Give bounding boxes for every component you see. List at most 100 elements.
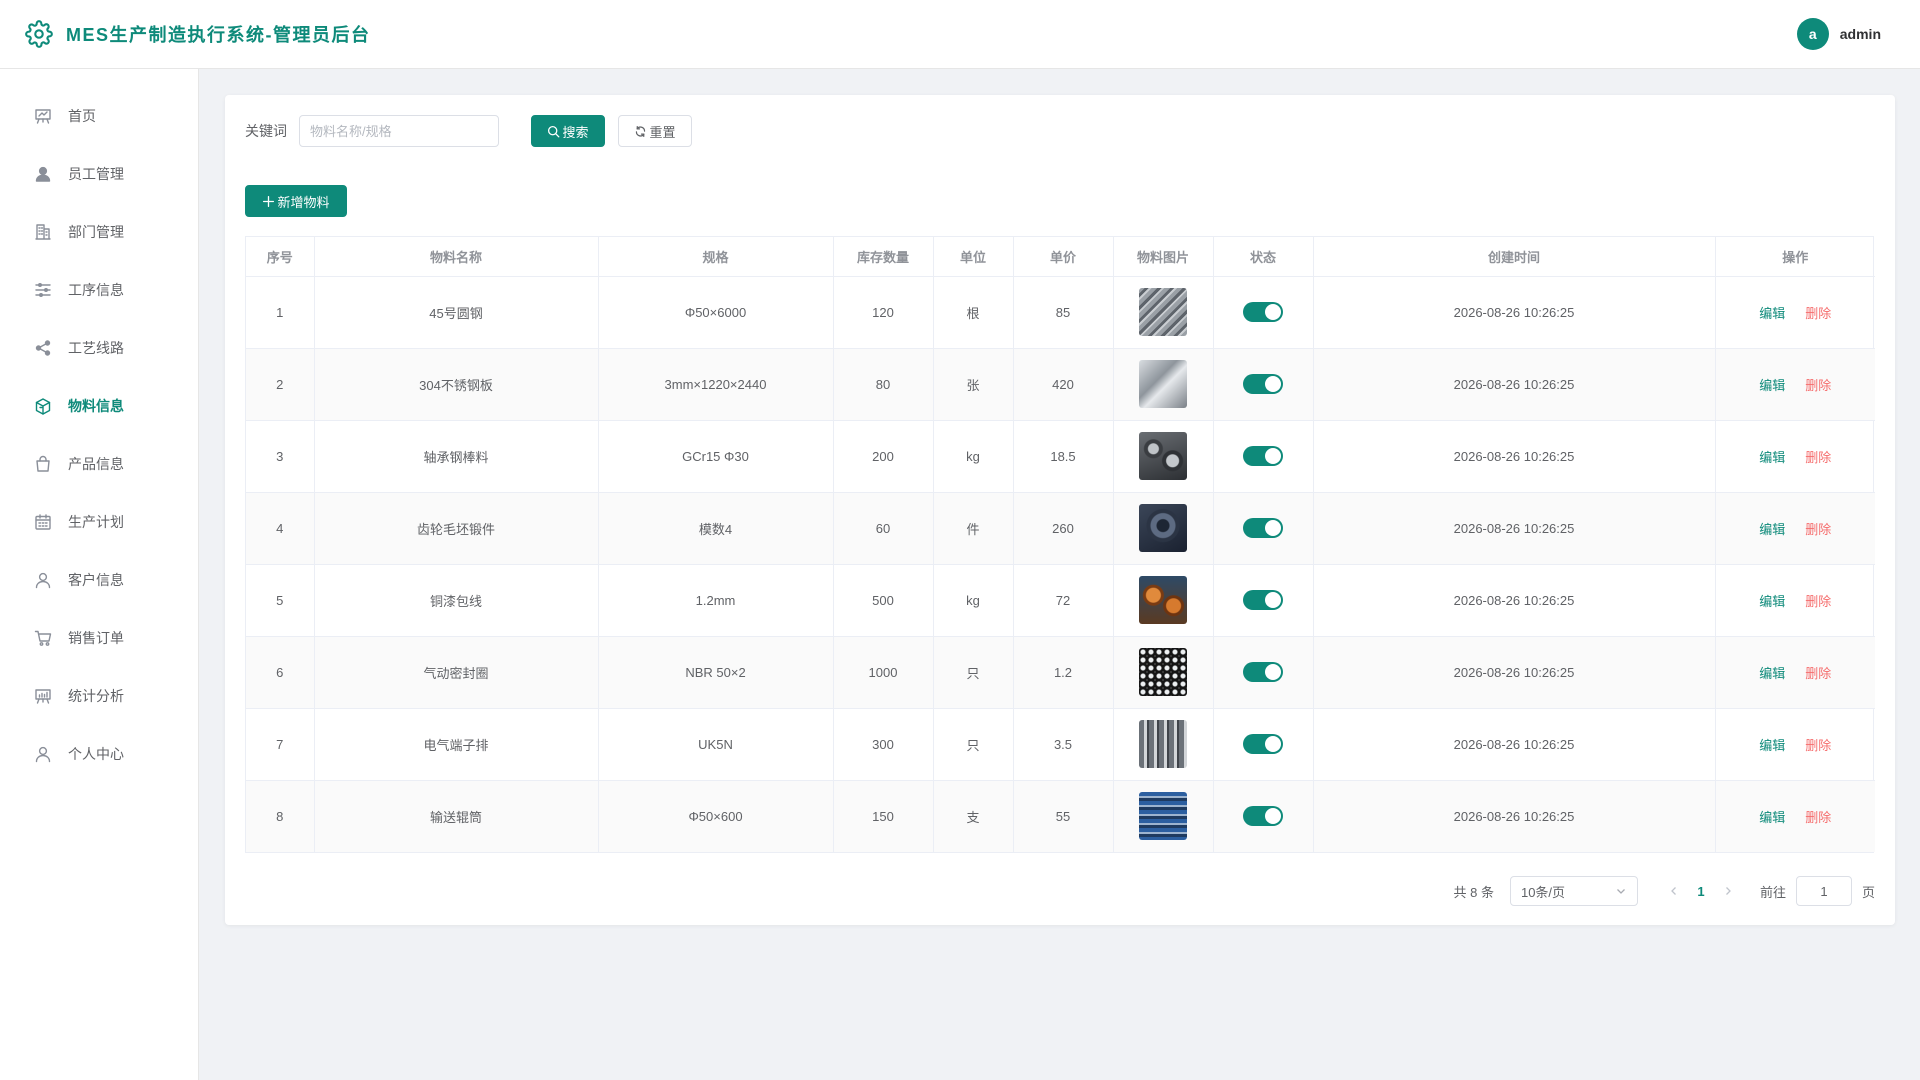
chevron-right-icon [1726, 887, 1731, 895]
status-toggle[interactable] [1243, 518, 1283, 538]
delete-button[interactable]: 删除 [1805, 738, 1831, 753]
status-toggle[interactable] [1243, 446, 1283, 466]
material-thumbnail[interactable] [1139, 504, 1187, 552]
cell-spec: UK5N [598, 708, 834, 781]
sidebar-item-home[interactable]: 首页 [0, 87, 198, 145]
material-thumbnail[interactable] [1139, 648, 1187, 696]
cell-image [1113, 636, 1214, 709]
delete-button[interactable]: 删除 [1805, 450, 1831, 465]
cell-image [1113, 492, 1214, 565]
cell-unit: 根 [933, 276, 1014, 349]
cell-created-time: 2026-08-26 10:26:25 [1313, 636, 1716, 709]
edit-button[interactable]: 编辑 [1759, 666, 1785, 681]
cell-price: 55 [1013, 780, 1114, 852]
sidebar-item-label: 生产计划 [68, 514, 124, 530]
refresh-icon [636, 125, 646, 137]
delete-button[interactable]: 删除 [1805, 522, 1831, 537]
cell-unit: 件 [933, 492, 1014, 565]
cell-price: 85 [1013, 276, 1114, 349]
status-toggle[interactable] [1243, 662, 1283, 682]
delete-button[interactable]: 删除 [1805, 594, 1831, 609]
edit-button[interactable]: 编辑 [1759, 378, 1785, 393]
edit-button[interactable]: 编辑 [1759, 594, 1785, 609]
cell-actions: 编辑 删除 [1715, 492, 1875, 565]
cell-actions: 编辑 删除 [1715, 564, 1875, 637]
goto-page-input[interactable] [1795, 876, 1852, 906]
search-button[interactable]: 搜索 [531, 115, 605, 147]
material-thumbnail[interactable] [1139, 576, 1187, 624]
add-material-button[interactable]: 新增物料 [245, 185, 347, 217]
delete-button[interactable]: 删除 [1805, 666, 1831, 681]
username[interactable]: admin [1840, 26, 1881, 42]
cell-actions: 编辑 删除 [1715, 636, 1875, 709]
material-thumbnail[interactable] [1139, 720, 1187, 768]
delete-button[interactable]: 删除 [1805, 810, 1831, 825]
plus-icon [263, 195, 275, 207]
sidebar-item-plan[interactable]: 生产计划 [0, 493, 198, 551]
sidebar-item-profile[interactable]: 个人中心 [0, 725, 198, 783]
table-row: 1 45号圆钢 Φ50×6000 120 根 85 2026-08-26 10:26:25 编… [246, 276, 1875, 349]
reset-button[interactable]: 重置 [618, 115, 692, 147]
sidebar-item-sales-order[interactable]: 销售订单 [0, 609, 198, 667]
sidebar-item-material[interactable]: 物料信息 [0, 377, 198, 435]
cell-image [1113, 780, 1214, 852]
user-icon [35, 746, 51, 763]
sidebar-item-label: 首页 [68, 108, 96, 124]
cell-index: 2 [246, 348, 315, 421]
share-icon [35, 340, 51, 356]
keyword-input[interactable] [299, 115, 499, 147]
status-toggle[interactable] [1243, 734, 1283, 754]
office-building-icon [35, 224, 51, 240]
edit-button[interactable]: 编辑 [1759, 450, 1785, 465]
sidebar-item-customer[interactable]: 客户信息 [0, 551, 198, 609]
sidebar-item-route[interactable]: 工艺线路 [0, 319, 198, 377]
cell-actions: 编辑 删除 [1715, 348, 1875, 421]
delete-button[interactable]: 删除 [1805, 378, 1831, 393]
sidebar-item-label: 销售订单 [68, 630, 124, 646]
edit-button[interactable]: 编辑 [1759, 738, 1785, 753]
app-title: MES生产制造执行系统-管理员后台 [66, 25, 371, 45]
user-menu[interactable]: a admin [1796, 18, 1881, 50]
status-toggle[interactable] [1243, 590, 1283, 610]
status-toggle[interactable] [1243, 302, 1283, 322]
col-header-spec: 规格 [598, 237, 834, 277]
delete-button[interactable]: 删除 [1805, 306, 1831, 321]
next-page-button[interactable] [1716, 885, 1740, 897]
cell-index: 3 [246, 420, 315, 493]
total-count: 共 8 条 [1453, 884, 1494, 900]
material-thumbnail[interactable] [1139, 360, 1187, 408]
box-icon [35, 398, 51, 415]
pagination: 共 8 条 10条/页 1 前往 页 [1453, 876, 1875, 906]
cell-created-time: 2026-08-26 10:26:25 [1313, 420, 1716, 493]
sidebar-item-department[interactable]: 部门管理 [0, 203, 198, 261]
page-size-select[interactable]: 10条/页 [1509, 876, 1638, 906]
col-header-status: 状态 [1213, 237, 1314, 277]
edit-button[interactable]: 编辑 [1759, 810, 1785, 825]
shopping-cart-icon [34, 630, 52, 646]
reset-button-label: 重置 [649, 124, 676, 140]
sidebar-item-label: 统计分析 [68, 688, 124, 704]
material-thumbnail[interactable] [1139, 792, 1187, 841]
sidebar-item-statistics[interactable]: 统计分析 [0, 667, 198, 725]
sidebar-item-process[interactable]: 工序信息 [0, 261, 198, 319]
prev-page-button[interactable] [1662, 885, 1686, 897]
status-toggle[interactable] [1243, 374, 1283, 394]
cell-quantity: 500 [833, 564, 934, 637]
avatar[interactable]: a [1796, 18, 1829, 50]
cell-index: 1 [246, 276, 315, 349]
cell-quantity: 60 [833, 492, 934, 565]
sidebar-item-staff[interactable]: 员工管理 [0, 145, 198, 203]
col-header-unit: 单位 [933, 237, 1014, 277]
sidebar-item-product[interactable]: 产品信息 [0, 435, 198, 493]
material-thumbnail[interactable] [1139, 432, 1187, 480]
data-analysis-icon [35, 689, 51, 704]
material-thumbnail[interactable] [1139, 288, 1187, 336]
sidebar-item-label: 工艺线路 [68, 340, 124, 356]
edit-button[interactable]: 编辑 [1759, 306, 1785, 321]
table-row: 6 气动密封圈 NBR 50×2 1000 只 1.2 2026-08-26 10:26:2… [246, 636, 1875, 709]
col-header-price: 单价 [1013, 237, 1114, 277]
edit-button[interactable]: 编辑 [1759, 522, 1785, 537]
page-number-current[interactable]: 1 [1686, 884, 1716, 899]
cell-material-name: 304不锈钢板 [314, 348, 599, 421]
status-toggle[interactable] [1243, 806, 1283, 827]
